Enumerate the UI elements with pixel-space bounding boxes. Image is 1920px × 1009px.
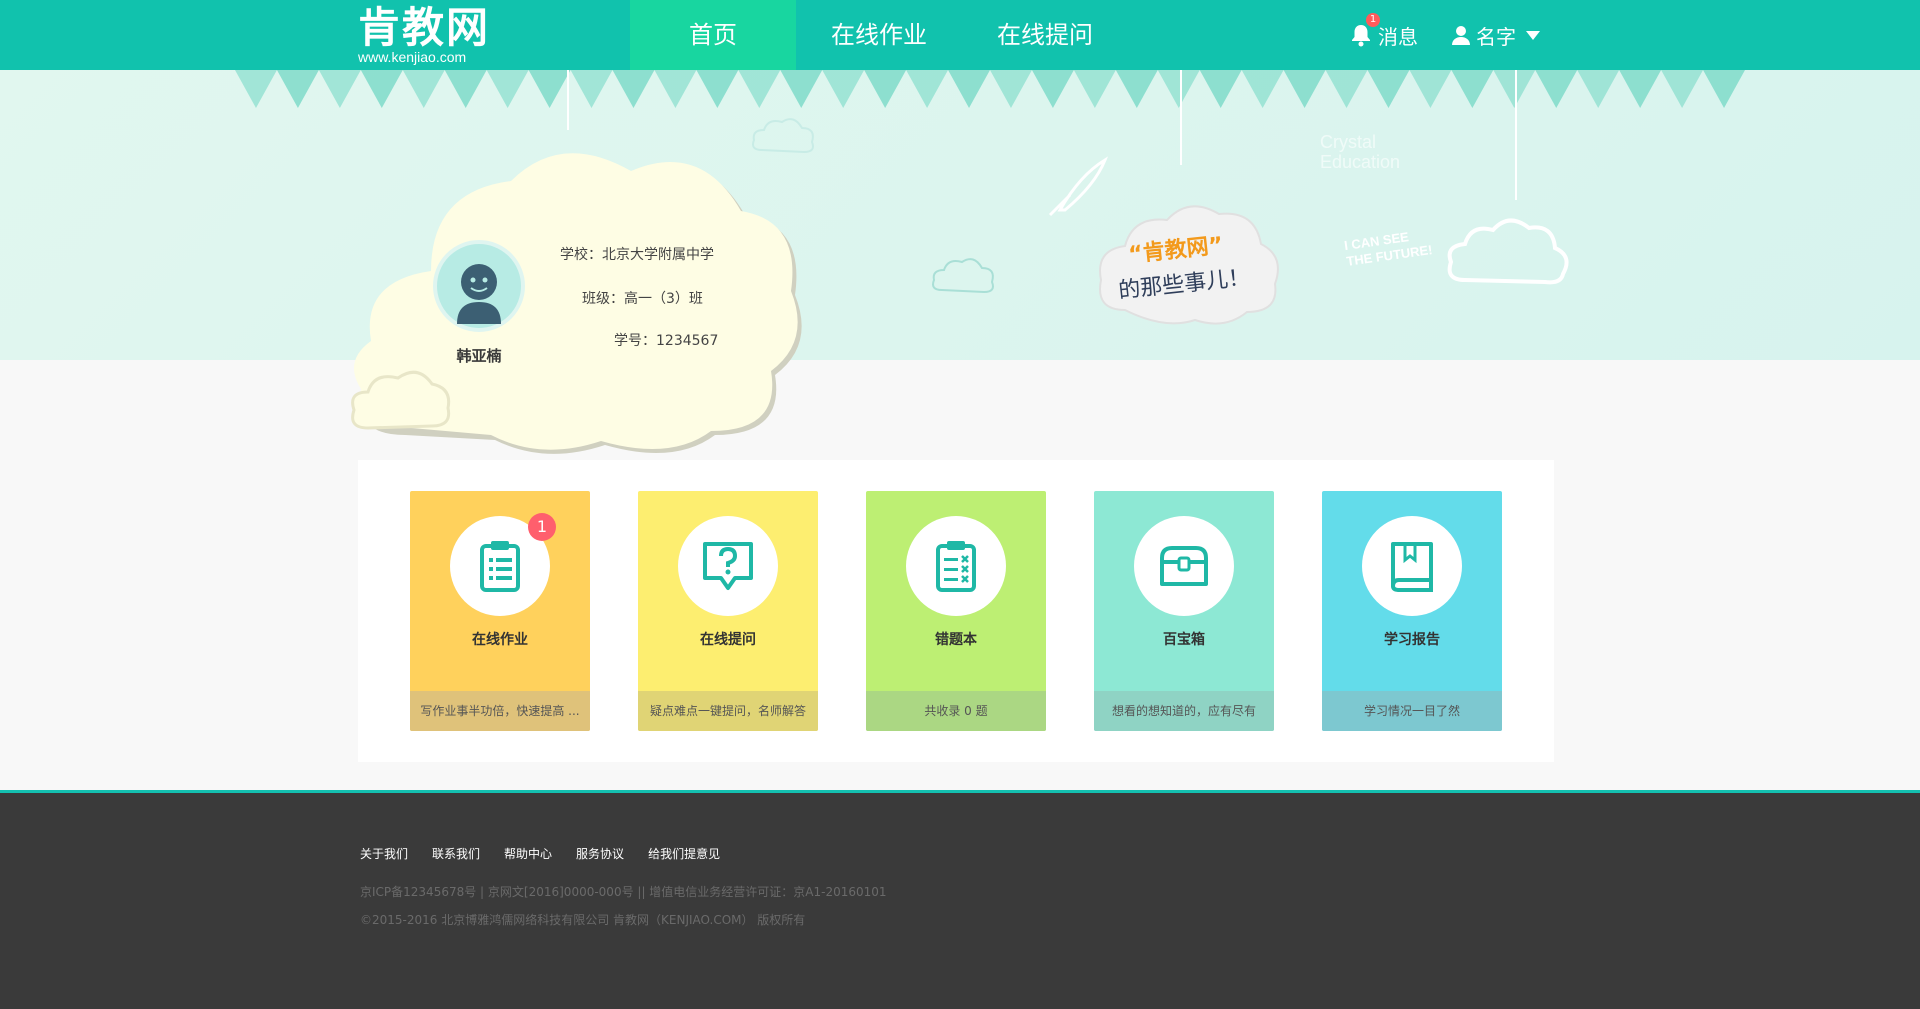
bunting-flag — [444, 70, 487, 108]
footer-link-contact[interactable]: 联系我们 — [432, 845, 480, 862]
card-online-homework[interactable]: 1 在线作业 写作业事半功倍，快速提高 ... — [410, 491, 590, 731]
bunting-flag — [612, 70, 655, 108]
future-text: I CAN SEE THE FUTURE! — [1343, 229, 1434, 269]
bunting-flag — [1409, 70, 1452, 108]
bunting-flag — [1325, 70, 1368, 108]
treasure-box-icon — [1160, 546, 1208, 586]
nav-online-question[interactable]: 在线提问 — [962, 0, 1128, 70]
messages-label: 消息 — [1378, 24, 1418, 49]
bunting-flag — [738, 70, 781, 108]
hanging-cloud-decoration — [1447, 218, 1569, 285]
bunting-flag — [864, 70, 907, 108]
bunting-flag — [1367, 70, 1410, 108]
icp-info: 京ICP备12345678号 | 京网文[2016]0000-000号 || 增… — [360, 885, 887, 899]
messages-badge: 1 — [1366, 12, 1380, 27]
main-nav: 首页 在线作业 在线提问 — [630, 0, 1128, 70]
clipboard-list-icon — [480, 541, 520, 592]
card-icon-circle — [1362, 516, 1462, 616]
bunting-flag — [696, 70, 739, 108]
footer-link-feedback[interactable]: 给我们提意见 — [648, 845, 720, 862]
header-right: 1 消息 名字 — [1350, 0, 1540, 70]
bunting-flag — [1451, 70, 1494, 108]
card-description: 疑点难点一键提问，名师解答 — [638, 691, 818, 731]
bunting-flag — [318, 70, 361, 108]
card-treasure-box[interactable]: 百宝箱 想看的想知道的，应有尽有 — [1094, 491, 1274, 731]
bell-icon — [1352, 25, 1370, 47]
small-cloud-decoration — [932, 258, 994, 294]
hanging-string — [1515, 70, 1517, 200]
bunting-decoration — [235, 70, 1745, 108]
bunting-flag — [822, 70, 865, 108]
card-title: 错题本 — [935, 632, 977, 648]
bunting-flag — [1199, 70, 1242, 108]
feature-panel: 1 在线作业 写作业事半功倍，快速提高 ... 在线提问 疑点难点一键提问，名师… — [358, 460, 1554, 762]
bunting-flag — [1535, 70, 1578, 108]
card-description: 共收录 0 题 — [866, 691, 1046, 731]
crystal-education-text: Crystal Education — [1320, 132, 1401, 172]
bunting-flag — [1283, 70, 1326, 108]
bunting-flag — [276, 70, 319, 108]
card-title: 百宝箱 — [1163, 632, 1205, 648]
hero-banner: Crystal Education I CAN SEE THE FUTURE! — [0, 70, 1920, 360]
card-online-question[interactable]: 在线提问 疑点难点一键提问，名师解答 — [638, 491, 818, 731]
footer-link-help[interactable]: 帮助中心 — [504, 845, 552, 862]
card-description: 学习情况一目了然 — [1322, 691, 1502, 731]
bunting-flag — [235, 70, 277, 108]
small-cloud-decoration — [752, 118, 814, 154]
bunting-flag — [948, 70, 990, 108]
bunting-flag — [990, 70, 1032, 108]
hanging-string — [567, 70, 569, 130]
card-icon-circle — [1134, 516, 1234, 616]
nav-home[interactable]: 首页 — [630, 0, 796, 70]
footer-links: 关于我们 联系我们 帮助中心 服务协议 给我们提意见 — [360, 845, 720, 862]
bunting-flag — [780, 70, 823, 108]
site-footer: 关于我们 联系我们 帮助中心 服务协议 给我们提意见 京ICP备12345678… — [0, 790, 1920, 1009]
bunting-flag — [486, 70, 529, 108]
card-title: 在线作业 — [472, 632, 528, 648]
bunting-flag — [570, 70, 613, 108]
bunting-flag — [1661, 70, 1704, 108]
messages-button[interactable]: 1 消息 — [1350, 12, 1418, 50]
bunting-flag — [1241, 70, 1284, 108]
bunting-flag — [654, 70, 697, 108]
footer-link-about[interactable]: 关于我们 — [360, 845, 408, 862]
user-icon — [1452, 26, 1470, 45]
bunting-flag — [1619, 70, 1662, 108]
question-bubble-icon — [703, 542, 753, 590]
bunting-flag — [1703, 70, 1745, 108]
card-title: 在线提问 — [700, 632, 756, 648]
book-report-icon — [1391, 542, 1433, 592]
bunting-flag — [1577, 70, 1620, 108]
footer-link-terms[interactable]: 服务协议 — [576, 845, 624, 862]
card-icon-circle — [906, 516, 1006, 616]
card-title: 学习报告 — [1384, 632, 1440, 648]
card-icon-circle — [678, 516, 778, 616]
homework-badge: 1 — [528, 513, 556, 541]
logo-domain: www.kenjiao.com — [358, 49, 467, 65]
top-header: 肯教网 www.kenjiao.com 首页 在线作业 在线提问 1 消息 名字 — [0, 0, 1920, 70]
bunting-flag — [906, 70, 949, 108]
site-logo[interactable]: 肯教网 www.kenjiao.com — [358, 3, 491, 65]
bunting-flag — [1115, 70, 1158, 108]
error-list-icon — [936, 541, 976, 592]
bunting-flag — [402, 70, 445, 108]
user-name: 名字 — [1476, 24, 1516, 49]
rocket-icon — [1048, 156, 1109, 217]
card-description: 想看的想知道的，应有尽有 — [1094, 691, 1274, 731]
logo-text: 肯教网 — [358, 3, 491, 52]
bunting-flag — [1031, 70, 1074, 108]
card-study-report[interactable]: 学习报告 学习情况一目了然 — [1322, 491, 1502, 731]
bunting-flag — [1073, 70, 1116, 108]
bunting-flag — [360, 70, 403, 108]
card-description: 写作业事半功倍，快速提高 ... — [410, 691, 590, 731]
hanging-string — [1180, 70, 1182, 165]
bunting-flag — [528, 70, 571, 108]
bunting-flag — [1157, 70, 1200, 108]
chevron-down-icon[interactable] — [1526, 30, 1540, 40]
nav-online-homework[interactable]: 在线作业 — [796, 0, 962, 70]
card-error-book[interactable]: 错题本 共收录 0 题 — [866, 491, 1046, 731]
copyright: ©2015-2016 北京博雅鸿儒网络科技有限公司 肯教网（KENJIAO.CO… — [360, 913, 806, 927]
user-menu[interactable]: 名字 — [1452, 21, 1540, 50]
